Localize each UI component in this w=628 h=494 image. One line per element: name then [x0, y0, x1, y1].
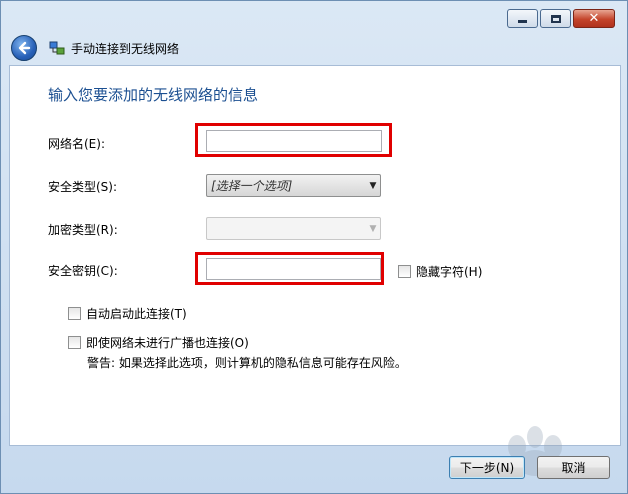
dropdown-arrow-icon: ▼	[369, 223, 377, 234]
back-arrow-icon	[18, 41, 31, 55]
dialog-window: ✕ 手动连接到无线网络 输入您要添加的无线网络的信息 网络名(E): 安全类型(…	[0, 0, 628, 494]
security-type-select[interactable]: [选择一个选项] ▼	[206, 174, 381, 197]
dropdown-arrow-icon: ▼	[369, 180, 377, 191]
back-button[interactable]	[11, 35, 37, 61]
auto-start-label: 自动启动此连接(T)	[86, 307, 187, 321]
close-icon: ✕	[588, 11, 600, 26]
security-type-value: [选择一个选项]	[211, 179, 293, 193]
window-title: 手动连接到无线网络	[71, 41, 180, 56]
network-icon	[49, 41, 65, 55]
encryption-type-select[interactable]: ▼	[206, 217, 381, 240]
connect-hidden-checkbox-row[interactable]: 即使网络未进行广播也连接(O)	[68, 334, 249, 351]
close-button[interactable]: ✕	[573, 9, 615, 28]
minimize-icon	[518, 19, 527, 23]
network-name-label: 网络名(E):	[48, 137, 105, 151]
maximize-button[interactable]	[540, 9, 571, 28]
content-panel: 输入您要添加的无线网络的信息 网络名(E): 安全类型(S): [选择一个选项]…	[9, 65, 621, 446]
security-key-label: 安全密钥(C):	[48, 264, 118, 278]
privacy-warning: 警告: 如果选择此选项，则计算机的隐私信息可能存在风险。	[87, 356, 407, 370]
hide-chars-checkbox-row[interactable]: 隐藏字符(H)	[398, 263, 482, 280]
network-name-input[interactable]	[206, 130, 382, 152]
navigation-bar: 手动连接到无线网络	[9, 31, 621, 65]
page-heading: 输入您要添加的无线网络的信息	[48, 86, 259, 104]
encryption-type-label: 加密类型(R):	[48, 223, 118, 237]
cancel-button[interactable]: 取消	[537, 456, 610, 479]
hide-chars-checkbox[interactable]	[398, 265, 411, 278]
auto-start-checkbox-row[interactable]: 自动启动此连接(T)	[68, 305, 187, 322]
next-button[interactable]: 下一步(N)	[449, 456, 525, 479]
connect-hidden-checkbox[interactable]	[68, 336, 81, 349]
security-type-label: 安全类型(S):	[48, 180, 118, 194]
caption-buttons: ✕	[505, 9, 615, 28]
hide-chars-label: 隐藏字符(H)	[416, 265, 483, 279]
security-key-input[interactable]	[206, 258, 381, 280]
minimize-button[interactable]	[507, 9, 538, 28]
auto-start-checkbox[interactable]	[68, 307, 81, 320]
maximize-icon	[550, 14, 561, 23]
connect-hidden-label: 即使网络未进行广播也连接(O)	[86, 336, 249, 350]
